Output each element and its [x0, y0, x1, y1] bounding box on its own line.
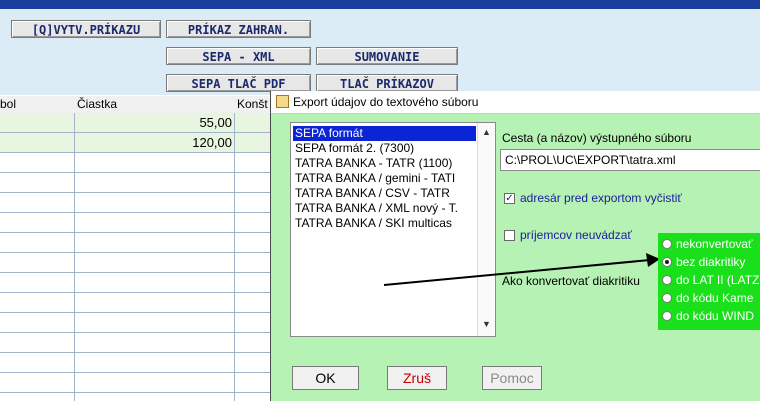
table-header: bol Čiastka Konšt: [0, 96, 275, 114]
ok-button[interactable]: OK: [292, 366, 359, 390]
amount-cell: 120,00: [192, 135, 232, 150]
sepa-xml-button[interactable]: SEPA - XML: [166, 47, 311, 65]
tlac-prikazov-button[interactable]: TLAČ PRÍKAZOV: [316, 74, 458, 92]
no-recipients-checkbox[interactable]: [504, 230, 515, 241]
column-divider: [234, 113, 235, 401]
format-item[interactable]: TATRA BANKA - TATR (1100): [293, 156, 476, 171]
scroll-down-icon[interactable]: ▼: [482, 319, 491, 329]
radio-lat2[interactable]: [662, 275, 672, 285]
radio-nekonvertovat[interactable]: [662, 239, 672, 249]
amount-cell: 55,00: [199, 115, 232, 130]
radio-label: bez diakritiky: [676, 255, 746, 269]
no-recipients-label: príjemcov neuvádzať: [520, 228, 632, 242]
scroll-up-icon[interactable]: ▲: [482, 127, 491, 137]
prikaz-zahran-button[interactable]: PRÍKAZ ZAHRAN.: [166, 20, 311, 38]
radio-windows[interactable]: [662, 311, 672, 321]
radio-kamenicky[interactable]: [662, 293, 672, 303]
help-button[interactable]: Pomoc: [482, 366, 542, 390]
dialog-title: Export údajov do textového súboru: [293, 95, 479, 109]
arrow-annotation: [384, 253, 660, 286]
dialog-title-bar: Export údajov do textového súboru: [271, 91, 760, 114]
sumovanie-button[interactable]: SUMOVANIE: [316, 47, 458, 65]
format-list[interactable]: SEPA formát SEPA formát 2. (7300) TATRA …: [290, 122, 496, 337]
format-item[interactable]: SEPA formát: [293, 126, 476, 141]
diacritics-radio-group: nekonvertovať bez diakritiky do LAT II (…: [658, 233, 760, 330]
clear-dir-checkbox[interactable]: ✓: [504, 193, 515, 204]
format-item[interactable]: TATRA BANKA / CSV - TATR: [293, 186, 476, 201]
title-bar: [0, 0, 760, 9]
format-item[interactable]: TATRA BANKA / SKI multicas: [293, 216, 476, 231]
radio-label: do LAT II (LATZ: [676, 273, 760, 287]
radio-label: do kódu WIND: [676, 309, 755, 323]
output-path-label: Cesta (a názov) výstupného súboru: [502, 131, 692, 145]
format-item[interactable]: TATRA BANKA / gemini - TATI: [293, 171, 476, 186]
format-item[interactable]: SEPA formát 2. (7300): [293, 141, 476, 156]
cancel-button[interactable]: Zruš: [387, 366, 447, 390]
clear-dir-label: adresár pred exportom vyčistiť: [520, 191, 682, 205]
radio-label: do kódu Kame: [676, 291, 754, 305]
app-icon: [276, 95, 289, 108]
format-item[interactable]: TATRA BANKA / XML nový - T.: [293, 201, 476, 216]
radio-label: nekonvertovať: [676, 237, 753, 251]
column-header-amount: Čiastka: [77, 97, 118, 111]
sepa-tlac-pdf-button[interactable]: SEPA TLAČ PDF: [166, 74, 311, 92]
export-dialog: Export údajov do textového súboru SEPA f…: [270, 91, 760, 401]
column-header-constant: Konšt: [237, 97, 268, 111]
vytv-prikazu-button[interactable]: [Q]VYTV.PRÍKAZU: [11, 20, 161, 38]
column-divider: [74, 113, 75, 401]
list-scrollbar[interactable]: ▲ ▼: [477, 123, 495, 336]
radio-bez-diakritiky[interactable]: [662, 257, 672, 267]
column-header-symbol: bol: [0, 97, 17, 111]
output-path-field[interactable]: C:\PROL\UC\EXPORT\tatra.xml: [500, 149, 760, 171]
